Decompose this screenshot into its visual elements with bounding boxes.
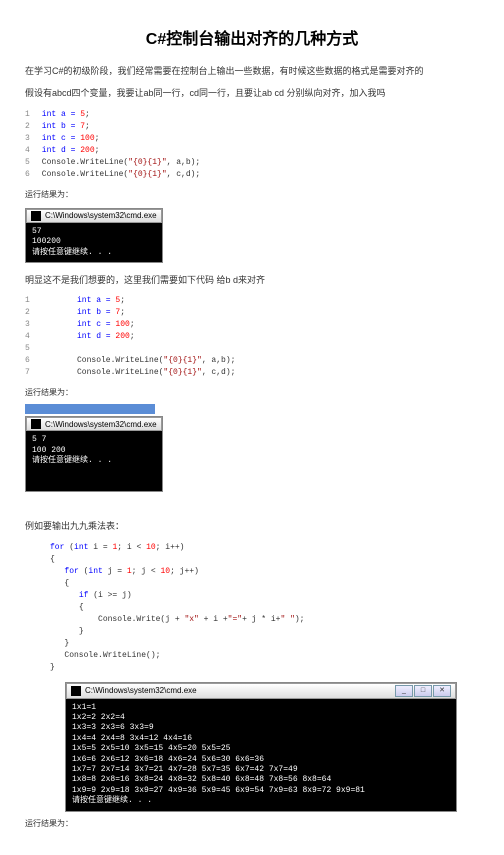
paragraph-4: 例如要输出九九乘法表：: [25, 519, 479, 533]
out3-l4: 1x4=4 2x4=8 3x4=12 4x4=16: [72, 734, 450, 744]
cmd-icon: [31, 419, 41, 429]
out3-l6: 1x6=6 2x6=12 3x6=18 4x6=24 5x6=30 6x6=36: [72, 755, 450, 765]
paragraph-2: 假设有abcd四个变量，我要让ab同一行，cd同一行，且要让ab cd 分别纵向…: [25, 86, 479, 100]
page-title: C#控制台输出对齐的几种方式: [25, 25, 479, 49]
out3-l3: 1x3=3 2x3=6 3x3=9: [72, 723, 450, 733]
cmd-title-text-2: C:\Windows\system32\cmd.exe: [45, 420, 157, 429]
out3-l1: 1x1=1: [72, 703, 450, 713]
code-block-2: 1int a = 5; 2int b = 7; 3int c = 100; 4i…: [25, 295, 479, 379]
cmd-body-3: 1x1=1 1x2=2 2x2=4 1x3=3 2x3=6 3x3=9 1x4=…: [66, 699, 456, 811]
out2-l3: 请按任意键继续. . .: [32, 456, 156, 466]
out1-l3: 请按任意键继续. . .: [32, 248, 156, 258]
min-button[interactable]: _: [395, 685, 413, 697]
blue-strip: [25, 404, 155, 414]
cmd-icon: [71, 686, 81, 696]
cmd-titlebar-3: C:\Windows\system32\cmd.exe _□✕: [66, 683, 456, 699]
out2-l1: 5 7: [32, 435, 156, 445]
cmd-icon: [31, 211, 41, 221]
out3-l8: 1x8=8 2x8=16 3x8=24 4x8=32 5x8=40 6x8=48…: [72, 775, 450, 785]
out2-l2: 100 200: [32, 446, 156, 456]
result-label-1: 运行结果为：: [25, 189, 479, 200]
paragraph-1: 在学习C#的初级阶段，我们经常需要在控制台上输出一些数据，有时候这些数据的格式是…: [25, 64, 479, 78]
cmd-titlebar-2: C:\Windows\system32\cmd.exe: [26, 417, 162, 431]
close-button[interactable]: ✕: [433, 685, 451, 697]
cmd-title-text-3: C:\Windows\system32\cmd.exe: [85, 686, 197, 695]
cmd-window-2: C:\Windows\system32\cmd.exe 5 7 100 200 …: [25, 416, 163, 492]
cmd-window-1: C:\Windows\system32\cmd.exe 57 100200 请按…: [25, 208, 163, 263]
out1-l1: 57: [32, 227, 156, 237]
max-button[interactable]: □: [414, 685, 432, 697]
out3-l2: 1x2=2 2x2=4: [72, 713, 450, 723]
out1-l2: 100200: [32, 237, 156, 247]
result-label-2: 运行结果为：: [25, 387, 479, 398]
cmd-body-2: 5 7 100 200 请按任意键继续. . .: [26, 431, 162, 491]
cmd-window-3: C:\Windows\system32\cmd.exe _□✕ 1x1=1 1x2…: [65, 682, 457, 812]
out3-l5: 1x5=5 2x5=10 3x5=15 4x5=20 5x5=25: [72, 744, 450, 754]
paragraph-3: 明显这不是我们想要的，这里我们需要如下代码 给b d来对齐: [25, 273, 479, 287]
page: C#控制台输出对齐的几种方式 在学习C#的初级阶段，我们经常需要在控制台上输出一…: [0, 0, 504, 855]
code-block-3: for (int i = 1; i < 10; i++) { for (int …: [25, 542, 479, 674]
out3-l7: 1x7=7 2x7=14 3x7=21 4x7=28 5x7=35 6x7=42…: [72, 765, 450, 775]
out3-l9: 1x9=9 2x9=18 3x9=27 4x9=36 5x9=45 6x9=54…: [72, 786, 450, 796]
result-label-3: 运行结果为：: [25, 818, 479, 829]
cmd-title-text: C:\Windows\system32\cmd.exe: [45, 211, 157, 220]
code-block-1: 1 int a = 5; 2 int b = 7; 3 int c = 100;…: [25, 109, 479, 181]
cmd-titlebar-1: C:\Windows\system32\cmd.exe: [26, 209, 162, 223]
out3-l10: 请按任意键继续. . .: [72, 796, 450, 806]
cmd-body-1: 57 100200 请按任意键继续. . .: [26, 223, 162, 262]
